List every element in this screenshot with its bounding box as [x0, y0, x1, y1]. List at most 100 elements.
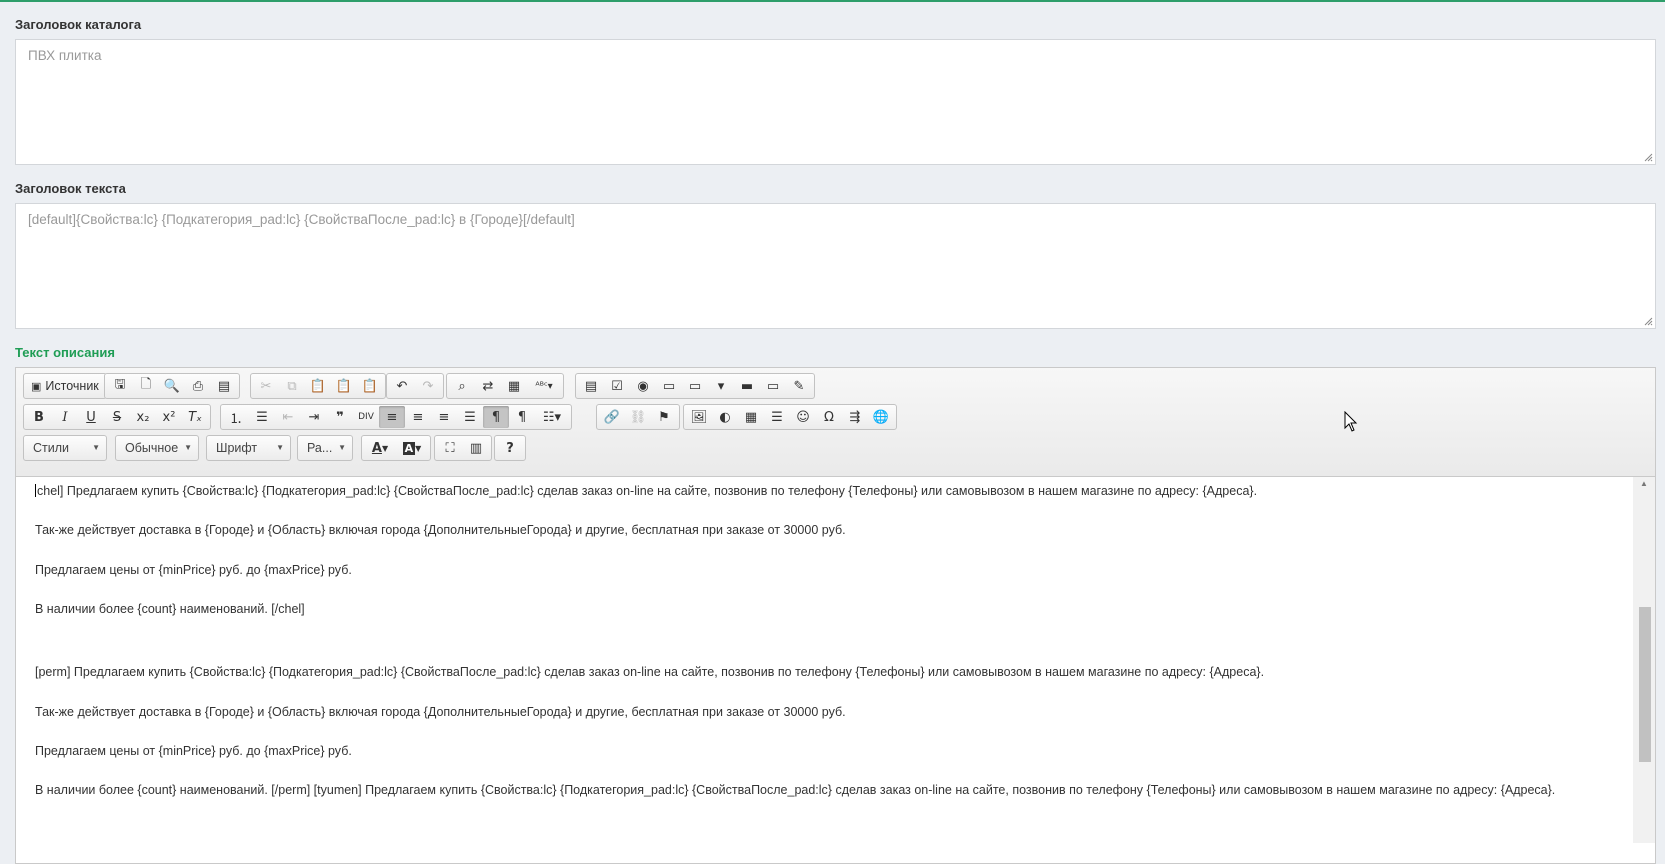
- div-icon[interactable]: DIV: [353, 406, 379, 428]
- replace-icon[interactable]: ⇄: [475, 375, 501, 397]
- text-color-icon[interactable]: A ▼: [364, 437, 396, 459]
- rtl-icon[interactable]: ¶: [509, 406, 535, 428]
- image-button-icon[interactable]: ▭: [760, 375, 786, 397]
- text-title-label: Заголовок текста: [15, 181, 126, 196]
- font-size-dropdown-label: Ра...: [307, 441, 333, 455]
- maximize-icon[interactable]: ⛶: [437, 437, 463, 459]
- editor-content[interactable]: chel] Предлагаем купить {Свойства:lc} {П…: [16, 477, 1633, 843]
- horizontal-rule-icon[interactable]: ☰: [764, 406, 790, 428]
- editor-line-text: chel] Предлагаем купить {Свойства:lc} {П…: [37, 484, 1258, 498]
- underline-icon[interactable]: U: [78, 406, 104, 428]
- special-char-icon[interactable]: Ω: [816, 406, 842, 428]
- toolbar-group-paragraph: ⒈ ☰ ⇤ ⇥ ❞ DIV ≡ ≡ ≡ ☰ ¶ ¶ ☷▾: [220, 404, 572, 430]
- checkbox-icon[interactable]: ☑: [604, 375, 630, 397]
- spellcheck-icon[interactable]: ᴬᴮᶜ▾: [527, 375, 561, 397]
- select-all-icon[interactable]: ▦: [501, 375, 527, 397]
- iframe-icon[interactable]: 🌐: [868, 406, 894, 428]
- copy-icon[interactable]: ⧉: [279, 375, 305, 397]
- outdent-icon[interactable]: ⇤: [275, 406, 301, 428]
- toolbar-group-editing: ⌕ ⇄ ▦ ᴬᴮᶜ▾: [446, 373, 564, 399]
- bulleted-list-icon[interactable]: ☰: [249, 406, 275, 428]
- align-right-icon[interactable]: ≡: [431, 406, 457, 428]
- top-accent-line: [0, 0, 1665, 2]
- indent-icon[interactable]: ⇥: [301, 406, 327, 428]
- link-icon[interactable]: 🔗: [599, 406, 625, 428]
- chevron-down-icon: ▼: [184, 443, 192, 452]
- new-page-icon[interactable]: 🗋: [133, 375, 159, 397]
- table-icon[interactable]: ▦: [738, 406, 764, 428]
- catalog-title-field[interactable]: ПВХ плитка: [15, 39, 1656, 165]
- remove-format-icon[interactable]: Tₓ: [182, 406, 208, 428]
- catalog-title-placeholder: ПВХ плитка: [28, 48, 102, 63]
- resize-grip-icon[interactable]: [1644, 153, 1653, 162]
- subscript-icon[interactable]: x₂: [130, 406, 156, 428]
- page-break-icon[interactable]: ⇶: [842, 406, 868, 428]
- chevron-down-icon: ▼: [338, 443, 346, 452]
- textarea-icon[interactable]: ▭: [682, 375, 708, 397]
- format-dropdown-label: Обычное: [125, 441, 179, 455]
- select-icon[interactable]: ▾: [708, 375, 734, 397]
- textfield-icon[interactable]: ▭: [656, 375, 682, 397]
- save-icon[interactable]: 🖫: [107, 375, 133, 397]
- source-icon: ▣: [31, 380, 42, 393]
- form-icon[interactable]: ▤: [578, 375, 604, 397]
- radio-icon[interactable]: ◉: [630, 375, 656, 397]
- justify-icon[interactable]: ☰: [457, 406, 483, 428]
- bold-icon[interactable]: B: [26, 406, 52, 428]
- smiley-icon[interactable]: ☺: [790, 406, 816, 428]
- unlink-icon[interactable]: ⛓: [625, 406, 651, 428]
- anchor-icon[interactable]: ⚑: [651, 406, 677, 428]
- cut-icon[interactable]: ✂: [253, 375, 279, 397]
- find-icon[interactable]: ⌕: [449, 375, 475, 397]
- align-center-icon[interactable]: ≡: [405, 406, 431, 428]
- background-color-icon[interactable]: A ▼: [396, 437, 428, 459]
- ltr-icon[interactable]: ¶: [483, 406, 509, 428]
- image-icon[interactable]: 🖼: [686, 406, 712, 428]
- source-button[interactable]: ▣ Источник: [26, 375, 104, 397]
- editor-line: Предлагаем цены от {minPrice} руб. до {m…: [35, 744, 352, 758]
- hidden-field-icon[interactable]: ✎: [786, 375, 812, 397]
- flash-icon[interactable]: ◐: [712, 406, 738, 428]
- paste-text-icon[interactable]: 📋: [331, 375, 357, 397]
- preview-icon[interactable]: 🔍: [159, 375, 185, 397]
- toolbar-group-links: 🔗 ⛓ ⚑: [596, 404, 680, 430]
- strike-icon[interactable]: S: [104, 406, 130, 428]
- button-icon[interactable]: ▬: [734, 375, 760, 397]
- numbered-list-icon[interactable]: ⒈: [223, 406, 249, 428]
- editor-scrollbar[interactable]: ▲: [1633, 477, 1655, 843]
- superscript-icon[interactable]: x²: [156, 406, 182, 428]
- templates-icon[interactable]: ▤: [211, 375, 237, 397]
- font-dropdown[interactable]: Шрифт ▼: [206, 435, 291, 461]
- font-size-dropdown[interactable]: Ра... ▼: [297, 435, 353, 461]
- catalog-title-label: Заголовок каталога: [15, 17, 142, 32]
- language-icon[interactable]: ☷▾: [535, 406, 569, 428]
- rich-text-editor: ▣ Источник 🖫 🗋 🔍 ⎙ ▤ ✂ ⧉ 📋 📋 📋 ↶ ↷ ⌕ ⇄ ▦…: [15, 367, 1656, 864]
- editor-line: В наличии более {count} наименований. [/…: [35, 783, 1556, 797]
- paste-word-icon[interactable]: 📋: [357, 375, 383, 397]
- resize-grip-icon[interactable]: [1644, 317, 1653, 326]
- italic-icon[interactable]: I: [52, 406, 78, 428]
- text-cursor: [35, 484, 36, 497]
- source-button-label: Источник: [45, 379, 99, 393]
- undo-icon[interactable]: ↶: [389, 375, 415, 397]
- styles-dropdown-label: Стили: [33, 441, 70, 455]
- redo-icon[interactable]: ↷: [415, 375, 441, 397]
- align-left-icon[interactable]: ≡: [379, 406, 405, 428]
- blockquote-icon[interactable]: ❞: [327, 406, 353, 428]
- paste-icon[interactable]: 📋: [305, 375, 331, 397]
- print-icon[interactable]: ⎙: [185, 375, 211, 397]
- font-dropdown-label: Шрифт: [216, 441, 258, 455]
- chevron-down-icon: ▼: [276, 443, 284, 452]
- styles-dropdown[interactable]: Стили ▼: [23, 435, 107, 461]
- scroll-up-icon[interactable]: ▲: [1633, 479, 1655, 488]
- scroll-thumb[interactable]: [1639, 607, 1651, 762]
- editor-line: Предлагаем цены от {minPrice} руб. до {m…: [35, 563, 352, 577]
- toolbar-group-undo: ↶ ↷: [386, 373, 444, 399]
- text-title-field[interactable]: [default]{Свойства:lc} {Подкатегория_pad…: [15, 203, 1656, 329]
- editor-line: Так-же действует доставка в {Городе} и {…: [35, 523, 846, 537]
- format-dropdown[interactable]: Обычное ▼: [115, 435, 199, 461]
- editor-line: В наличии более {count} наименований. [/…: [35, 602, 305, 616]
- toolbar-group-tools: ⛶ ▥: [434, 435, 492, 461]
- help-button[interactable]: ?: [497, 437, 523, 459]
- show-blocks-icon[interactable]: ▥: [463, 437, 489, 459]
